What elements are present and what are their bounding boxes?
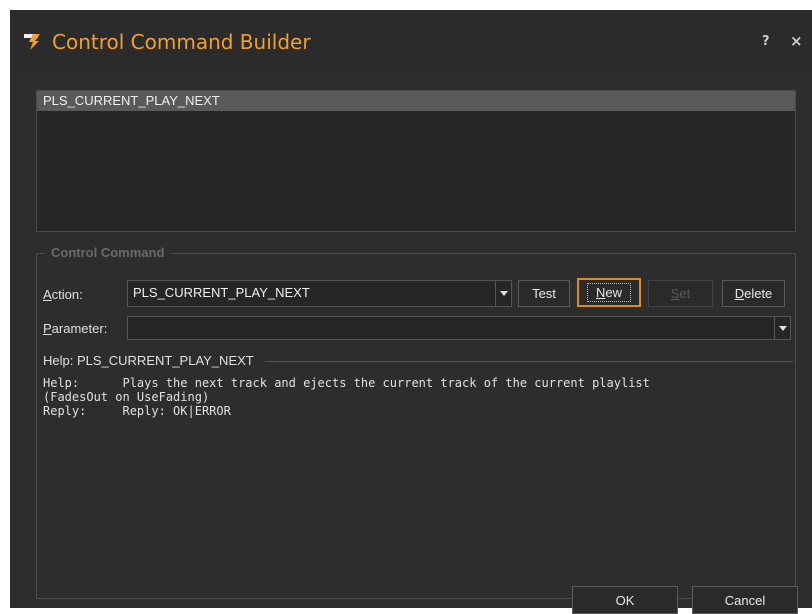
chevron-down-icon[interactable]: [774, 317, 790, 339]
dialog-window: Control Command Builder ? × PLS_CURRENT_…: [10, 10, 812, 614]
title-bar[interactable]: Control Command Builder ? ×: [10, 10, 812, 70]
new-button[interactable]: New: [577, 278, 641, 307]
cancel-button[interactable]: Cancel: [692, 586, 798, 614]
test-button[interactable]: Test: [518, 280, 570, 307]
group-legend: Control Command: [45, 245, 171, 260]
parameter-label: Parameter:: [43, 321, 108, 336]
delete-button[interactable]: Delete: [722, 280, 785, 307]
set-button[interactable]: Set: [648, 280, 713, 307]
chevron-down-icon[interactable]: [495, 281, 511, 306]
action-label: Action:: [43, 287, 83, 302]
lightning-icon: [24, 34, 40, 50]
ok-button[interactable]: OK: [572, 586, 678, 614]
close-button[interactable]: ×: [790, 32, 803, 50]
help-button[interactable]: ?: [762, 34, 770, 49]
list-item[interactable]: PLS_CURRENT_PLAY_NEXT: [37, 91, 795, 111]
control-command-group: Control Command Action: PLS_CURRENT_PLAY…: [36, 245, 796, 599]
command-list[interactable]: PLS_CURRENT_PLAY_NEXT: [36, 90, 796, 232]
window-title: Control Command Builder: [52, 30, 311, 54]
action-combobox[interactable]: PLS_CURRENT_PLAY_NEXT: [127, 280, 512, 307]
action-value: PLS_CURRENT_PLAY_NEXT: [133, 285, 310, 300]
help-header: Help: PLS_CURRENT_PLAY_NEXT: [43, 353, 254, 368]
divider: [265, 361, 793, 362]
parameter-combobox[interactable]: [127, 316, 791, 340]
help-text: Help: Plays the next track and ejects th…: [43, 376, 650, 418]
